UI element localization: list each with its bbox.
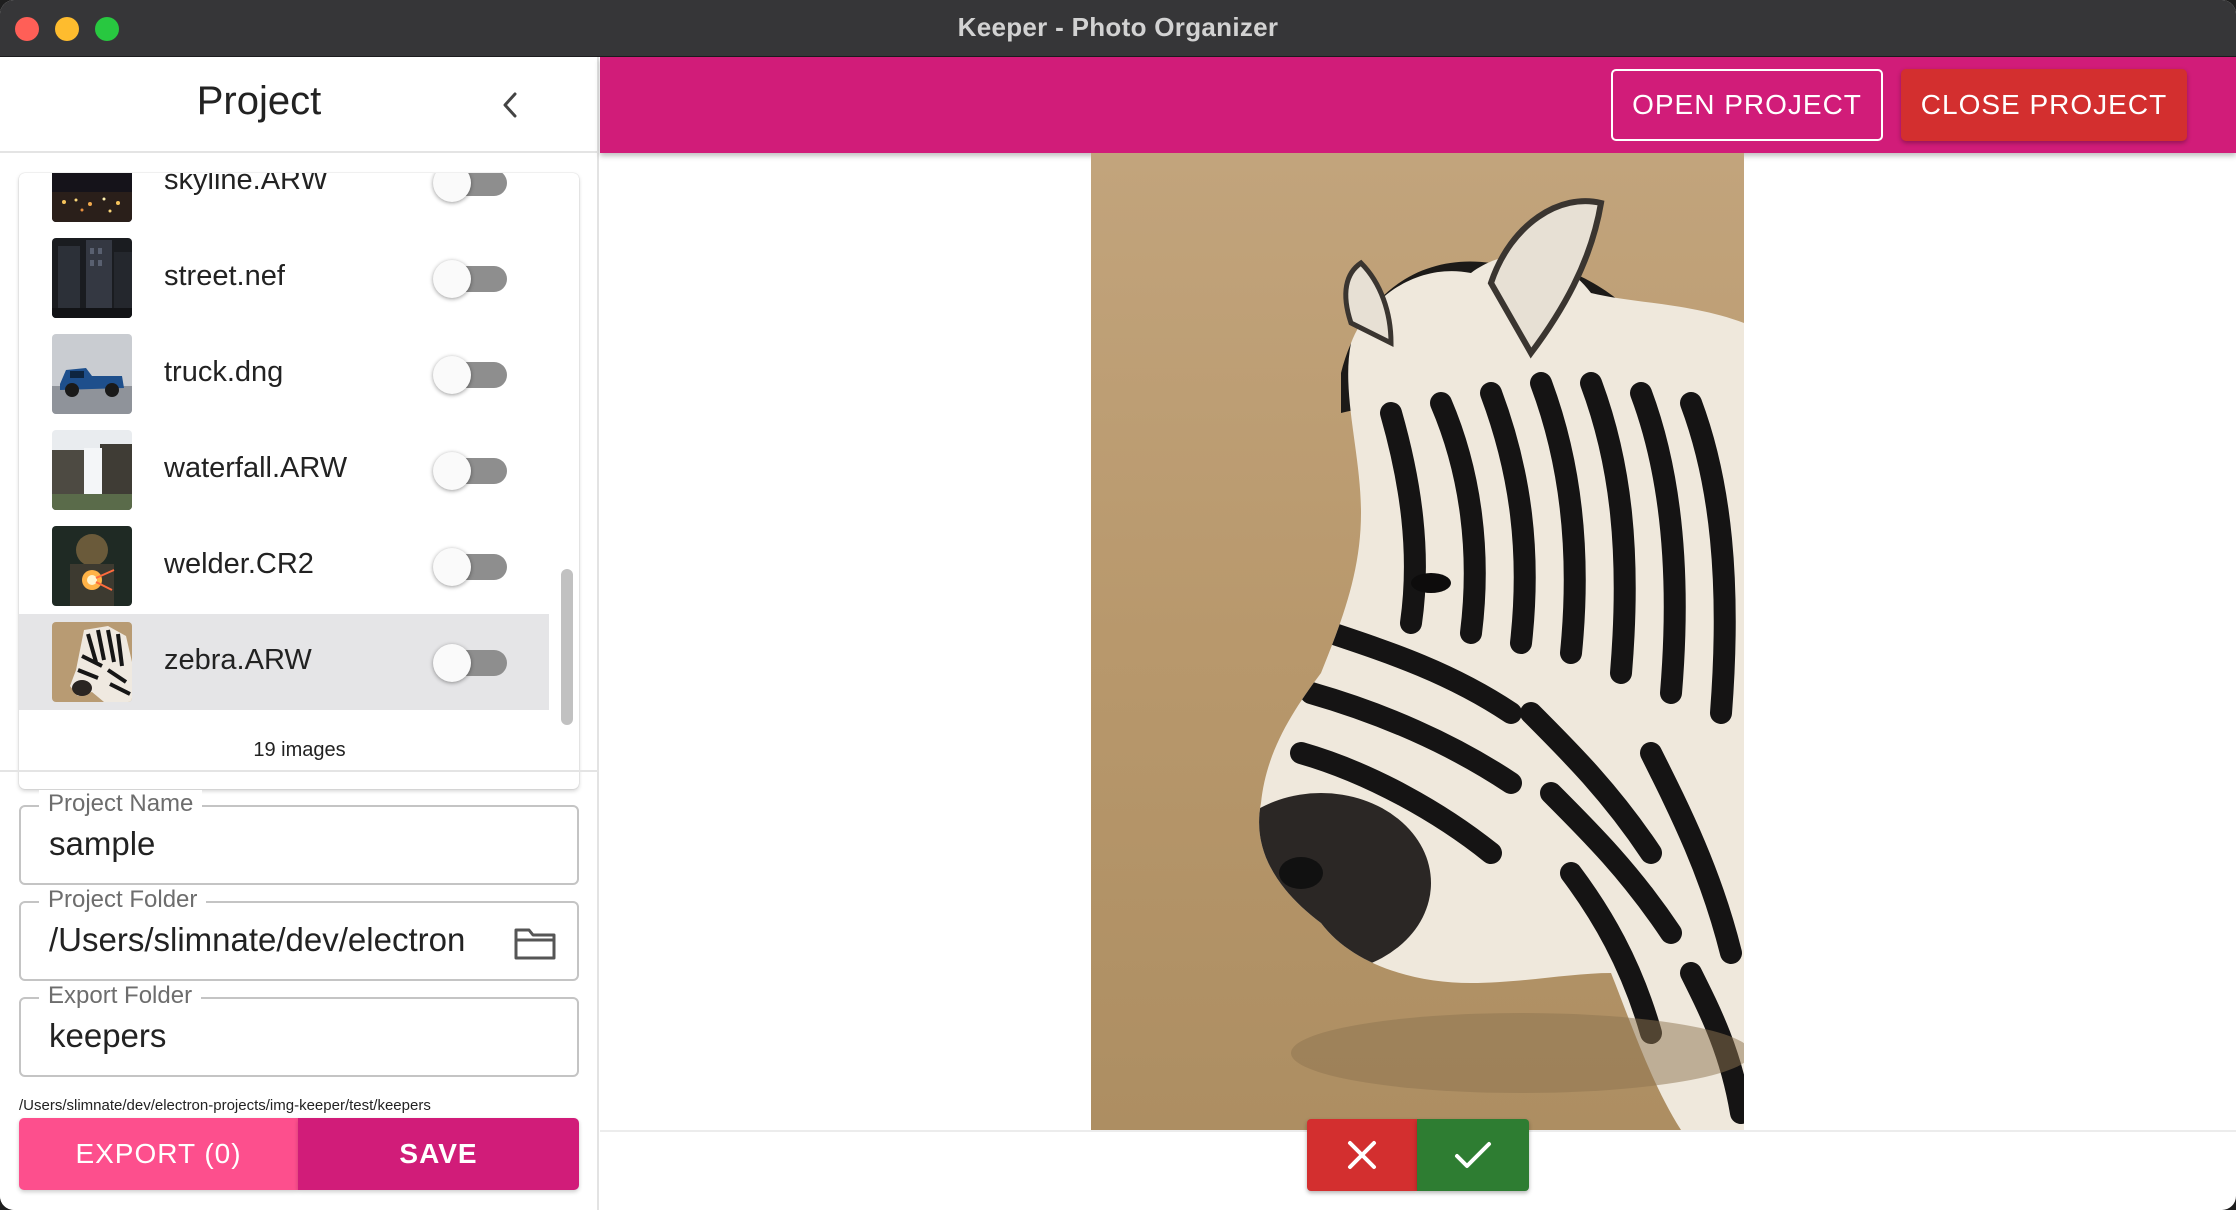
project-folder-label: Project Folder — [39, 886, 207, 914]
project-folder-input[interactable]: /Users/slimnate/dev/electron — [49, 921, 499, 959]
open-project-button[interactable]: OPEN PROJECT — [1611, 69, 1883, 141]
list-item[interactable]: skyline.ARW — [19, 173, 549, 230]
sidebar-header: Project — [0, 57, 599, 153]
image-list[interactable]: skyline.ARW street.nef truck.dng waterfa… — [19, 173, 579, 789]
close-project-button[interactable]: CLOSE PROJECT — [1901, 69, 2187, 141]
waterfall-thumbnail — [52, 430, 132, 510]
export-folder-field[interactable]: Export Folder keepers — [19, 982, 579, 1077]
collapse-sidebar-button[interactable] — [490, 85, 530, 125]
keep-toggle[interactable] — [433, 260, 513, 298]
image-name: waterfall.ARW — [164, 452, 348, 484]
image-name: zebra.ARW — [164, 644, 312, 676]
project-name-field[interactable]: Project Name sample — [19, 790, 579, 885]
truck-thumbnail — [52, 334, 132, 414]
app-bar: OPEN PROJECT CLOSE PROJECT — [600, 57, 2236, 153]
folder-icon — [514, 928, 556, 960]
app-window: Keeper - Photo Organizer Project skyline… — [0, 0, 2236, 1210]
skyline-thumbnail — [52, 173, 132, 222]
welder-thumbnail — [52, 526, 132, 606]
accept-button[interactable] — [1417, 1119, 1529, 1191]
image-name: welder.CR2 — [164, 548, 314, 580]
close-icon — [1348, 1141, 1376, 1169]
keep-toggle[interactable] — [433, 356, 513, 394]
browse-folder-button[interactable] — [513, 925, 557, 961]
keep-toggle[interactable] — [433, 452, 513, 490]
project-folder-field[interactable]: Project Folder /Users/slimnate/dev/elect… — [19, 886, 579, 981]
project-name-input[interactable]: sample — [49, 825, 499, 863]
export-folder-label: Export Folder — [39, 982, 202, 1010]
sidebar-divider — [0, 770, 599, 772]
list-item-selected[interactable]: zebra.ARW — [19, 614, 549, 710]
export-button[interactable]: EXPORT (0) — [19, 1118, 298, 1190]
list-item[interactable]: waterfall.ARW — [19, 422, 549, 518]
image-name: street.nef — [164, 260, 285, 292]
image-preview — [1091, 153, 1744, 1130]
image-name: skyline.ARW — [164, 173, 328, 196]
scrollbar-thumb[interactable] — [561, 569, 573, 725]
street-thumbnail — [52, 238, 132, 318]
image-count: 19 images — [253, 739, 346, 761]
project-name-label: Project Name — [39, 790, 203, 818]
export-folder-input[interactable]: keepers — [49, 1017, 499, 1055]
title-bar: Keeper - Photo Organizer — [0, 0, 2236, 57]
zebra-photo — [1091, 153, 1744, 1130]
zebra-thumbnail — [52, 622, 132, 702]
export-path: /Users/slimnate/dev/electron-projects/im… — [19, 1097, 431, 1114]
list-item[interactable]: welder.CR2 — [19, 518, 549, 614]
sidebar-title: Project — [196, 79, 322, 123]
keep-toggle[interactable] — [433, 173, 513, 202]
chevron-left-icon — [503, 92, 517, 118]
save-button[interactable]: SAVE — [298, 1118, 579, 1190]
window-title: Keeper - Photo Organizer — [957, 12, 1279, 42]
project-sidebar: Project skyline.ARW street.nef truck.dng… — [0, 57, 599, 1210]
image-name: truck.dng — [164, 356, 284, 388]
list-scrollbar[interactable] — [555, 173, 579, 789]
check-icon — [1455, 1142, 1491, 1168]
reject-button[interactable] — [1307, 1119, 1417, 1191]
keep-toggle[interactable] — [433, 644, 513, 682]
keep-toggle[interactable] — [433, 548, 513, 586]
list-item[interactable]: truck.dng — [19, 326, 549, 422]
list-item[interactable]: street.nef — [19, 230, 549, 326]
